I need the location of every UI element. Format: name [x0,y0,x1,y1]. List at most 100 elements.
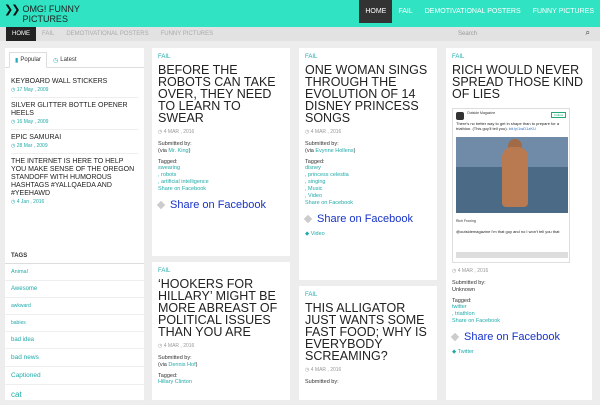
post-title-link[interactable]: SILVER GLITTER BOTTLE OPENER HEELS [11,102,138,118]
tweet-link: bit.ly/1wD1zKU [508,126,536,131]
post-date: ◷ 4 MAR , 2016 [452,268,489,274]
tag-link[interactable]: Awesome [5,281,144,298]
sidebar: ▮ Popular ◷ Latest KEYBOARD WALL STICKERS … [5,48,144,405]
tag-link[interactable]: , singing [305,179,431,186]
tweet-photo [456,137,568,213]
post-title-link[interactable]: THE INTERNET IS HERE TO HELP YOU MAKE SE… [11,158,138,198]
category-link[interactable]: FAIL [305,54,431,60]
tab-latest[interactable]: ◷ Latest [47,52,83,68]
tag-link[interactable]: bad idea [5,332,144,349]
post-tags: disney , princess celestia , singing , M… [305,165,431,207]
author-name: Unknown [452,287,475,293]
submitted-by: Submitted by: (via Mr. King) [158,141,284,155]
tag-link[interactable]: , princess celestia [305,172,431,179]
site-logo[interactable]: ❯❯ OMG! FUNNY PICTURES [4,4,112,24]
list-item[interactable]: SILVER GLITTER BOTTLE OPENER HEELS ◷ 16 … [11,98,138,130]
tag-link[interactable]: Hillary Clinton [158,379,284,386]
category-link[interactable]: FAIL [158,54,284,60]
submitted-by-label: Submitted by: [452,280,486,286]
diamond-icon [450,332,460,342]
nav-home[interactable]: HOME [359,0,393,23]
tag-link[interactable]: , artificial intelligence [158,179,284,186]
post-date-text: 4 MAR , 2016 [310,129,342,135]
secondary-navigation: HOME FAIL DEMOTIVATIONAL POSTERS FUNNY P… [6,27,219,41]
tab-latest-label: Latest [60,57,77,63]
tag-link[interactable]: swearing [158,165,284,172]
tag-link[interactable]: Captioned [5,367,144,385]
tag-link[interactable]: , robots [158,172,284,179]
subnav-funny-pictures[interactable]: FUNNY PICTURES [155,27,220,41]
secondary-nav-bar: HOME FAIL DEMOTIVATIONAL POSTERS FUNNY P… [0,27,600,41]
tag-link[interactable]: babies [5,315,144,332]
double-chevron-icon: ❯❯ [4,4,21,16]
category-footer[interactable]: ◆ Twitter [452,349,586,355]
post-title-link[interactable]: EPIC SAMURAI [11,134,138,142]
tag-icon: ◆ [452,349,457,355]
post-date: ◷ 17 May , 2009 [11,87,49,93]
via-prefix: (via [305,148,316,154]
post-title-link[interactable]: BEFORE THE ROBOTS CAN TAKE OVER, THEY NE… [158,64,284,125]
subnav-demotivational-posters[interactable]: DEMOTIVATIONAL POSTERS [60,27,154,41]
diamond-icon [156,200,166,210]
nav-demotivational-posters[interactable]: DEMOTIVATIONAL POSTERS [419,0,527,23]
tag-link[interactable]: cat [5,385,144,405]
follow-button: Follow [551,112,566,118]
tag-link[interactable]: Animal [5,264,144,281]
post-date-text: 17 May , 2009 [16,87,49,93]
post-date-text: 4 MAR , 2016 [163,129,195,135]
post-title-link[interactable]: THIS ALLIGATOR JUST WANTS SOME FAST FOOD… [305,302,431,363]
subnav-home[interactable]: HOME [6,27,36,41]
submitted-by: Submitted by: (via Evynne Hollens) [305,141,431,155]
share-link[interactable]: Share on Facebook [305,200,431,207]
share-link[interactable]: Share on Facebook [158,186,284,193]
post-tags: Hillary Clinton [158,379,284,386]
embedded-tweet-image[interactable]: Outside Magazine Follow There's no bette… [452,108,570,263]
category-footer[interactable]: ◆ Video [305,231,431,237]
share-on-facebook-button[interactable]: Share on Facebook [156,199,284,211]
share-on-facebook-button[interactable]: Share on Facebook [303,213,431,225]
tab-popular[interactable]: ▮ Popular [9,52,47,68]
tag-link[interactable]: bad news [5,349,144,367]
post-date: ◷ 28 Mar , 2009 [11,143,48,149]
category-link[interactable]: FAIL [158,268,284,274]
subnav-fail[interactable]: FAIL [36,27,60,41]
via-prefix: (via [158,362,169,368]
submitted-by-label: Submitted by: [305,379,339,385]
search-input[interactable]: Search ⌕ [450,28,590,40]
tag-link[interactable]: , Music [305,186,431,193]
post-date-text: 4 Jan , 2016 [16,199,45,205]
tag-link[interactable]: awkward [5,298,144,315]
tweet-body: There's no better way to get in shape th… [456,121,560,131]
tag-link[interactable]: disney [305,165,431,172]
post-card: FAIL THIS ALLIGATOR JUST WANTS SOME FAST… [299,286,437,400]
source-link[interactable]: Dennis Hof [168,362,195,368]
nav-fail[interactable]: FAIL [392,0,418,23]
source-link[interactable]: Evynne Hollens [315,148,353,154]
category-link[interactable]: FAIL [452,54,586,60]
share-on-facebook-button[interactable]: Share on Facebook [450,331,586,343]
post-title-link[interactable]: ‘HOOKERS FOR HILLARY’ MIGHT BE MORE ABRE… [158,278,284,339]
post-title-link[interactable]: ONE WOMAN SINGS THROUGH THE EVOLUTION OF… [305,64,431,125]
share-link[interactable]: Share on Facebook [452,318,586,325]
diamond-icon [303,214,313,224]
source-link[interactable]: Mr. King [168,148,188,154]
category-footer-label: Video [310,231,325,237]
list-item[interactable]: THE INTERNET IS HERE TO HELP YOU MAKE SE… [11,154,138,209]
tag-link[interactable]: , Video [305,193,431,200]
post-title-link[interactable]: KEYBOARD WALL STICKERS [11,78,138,86]
nav-funny-pictures[interactable]: FUNNY PICTURES [527,0,600,23]
post-date: ◷ 4 MAR , 2016 [158,129,195,135]
tag-link[interactable]: , triathlon [452,311,586,318]
tag-link[interactable]: twitter [452,304,586,311]
post-date: ◷ 4 MAR , 2016 [305,367,342,373]
submitted-by: Submitted by: (via Dennis Hof) [158,355,284,369]
list-item[interactable]: KEYBOARD WALL STICKERS ◷ 17 May , 2009 [11,74,138,98]
share-button-label: Share on Facebook [317,213,414,225]
top-navigation: HOME FAIL DEMOTIVATIONAL POSTERS FUNNY P… [359,0,600,27]
search-icon[interactable]: ⌕ [586,28,590,38]
category-link[interactable]: FAIL [305,292,431,298]
post-title-link[interactable]: RICH WOULD NEVER SPREAD THOSE KIND OF LI… [452,64,586,101]
tags-heading: TAGS [5,245,144,264]
list-item[interactable]: EPIC SAMURAI ◷ 28 Mar , 2009 [11,130,138,154]
post-date: ◷ 16 May , 2009 [11,119,49,125]
